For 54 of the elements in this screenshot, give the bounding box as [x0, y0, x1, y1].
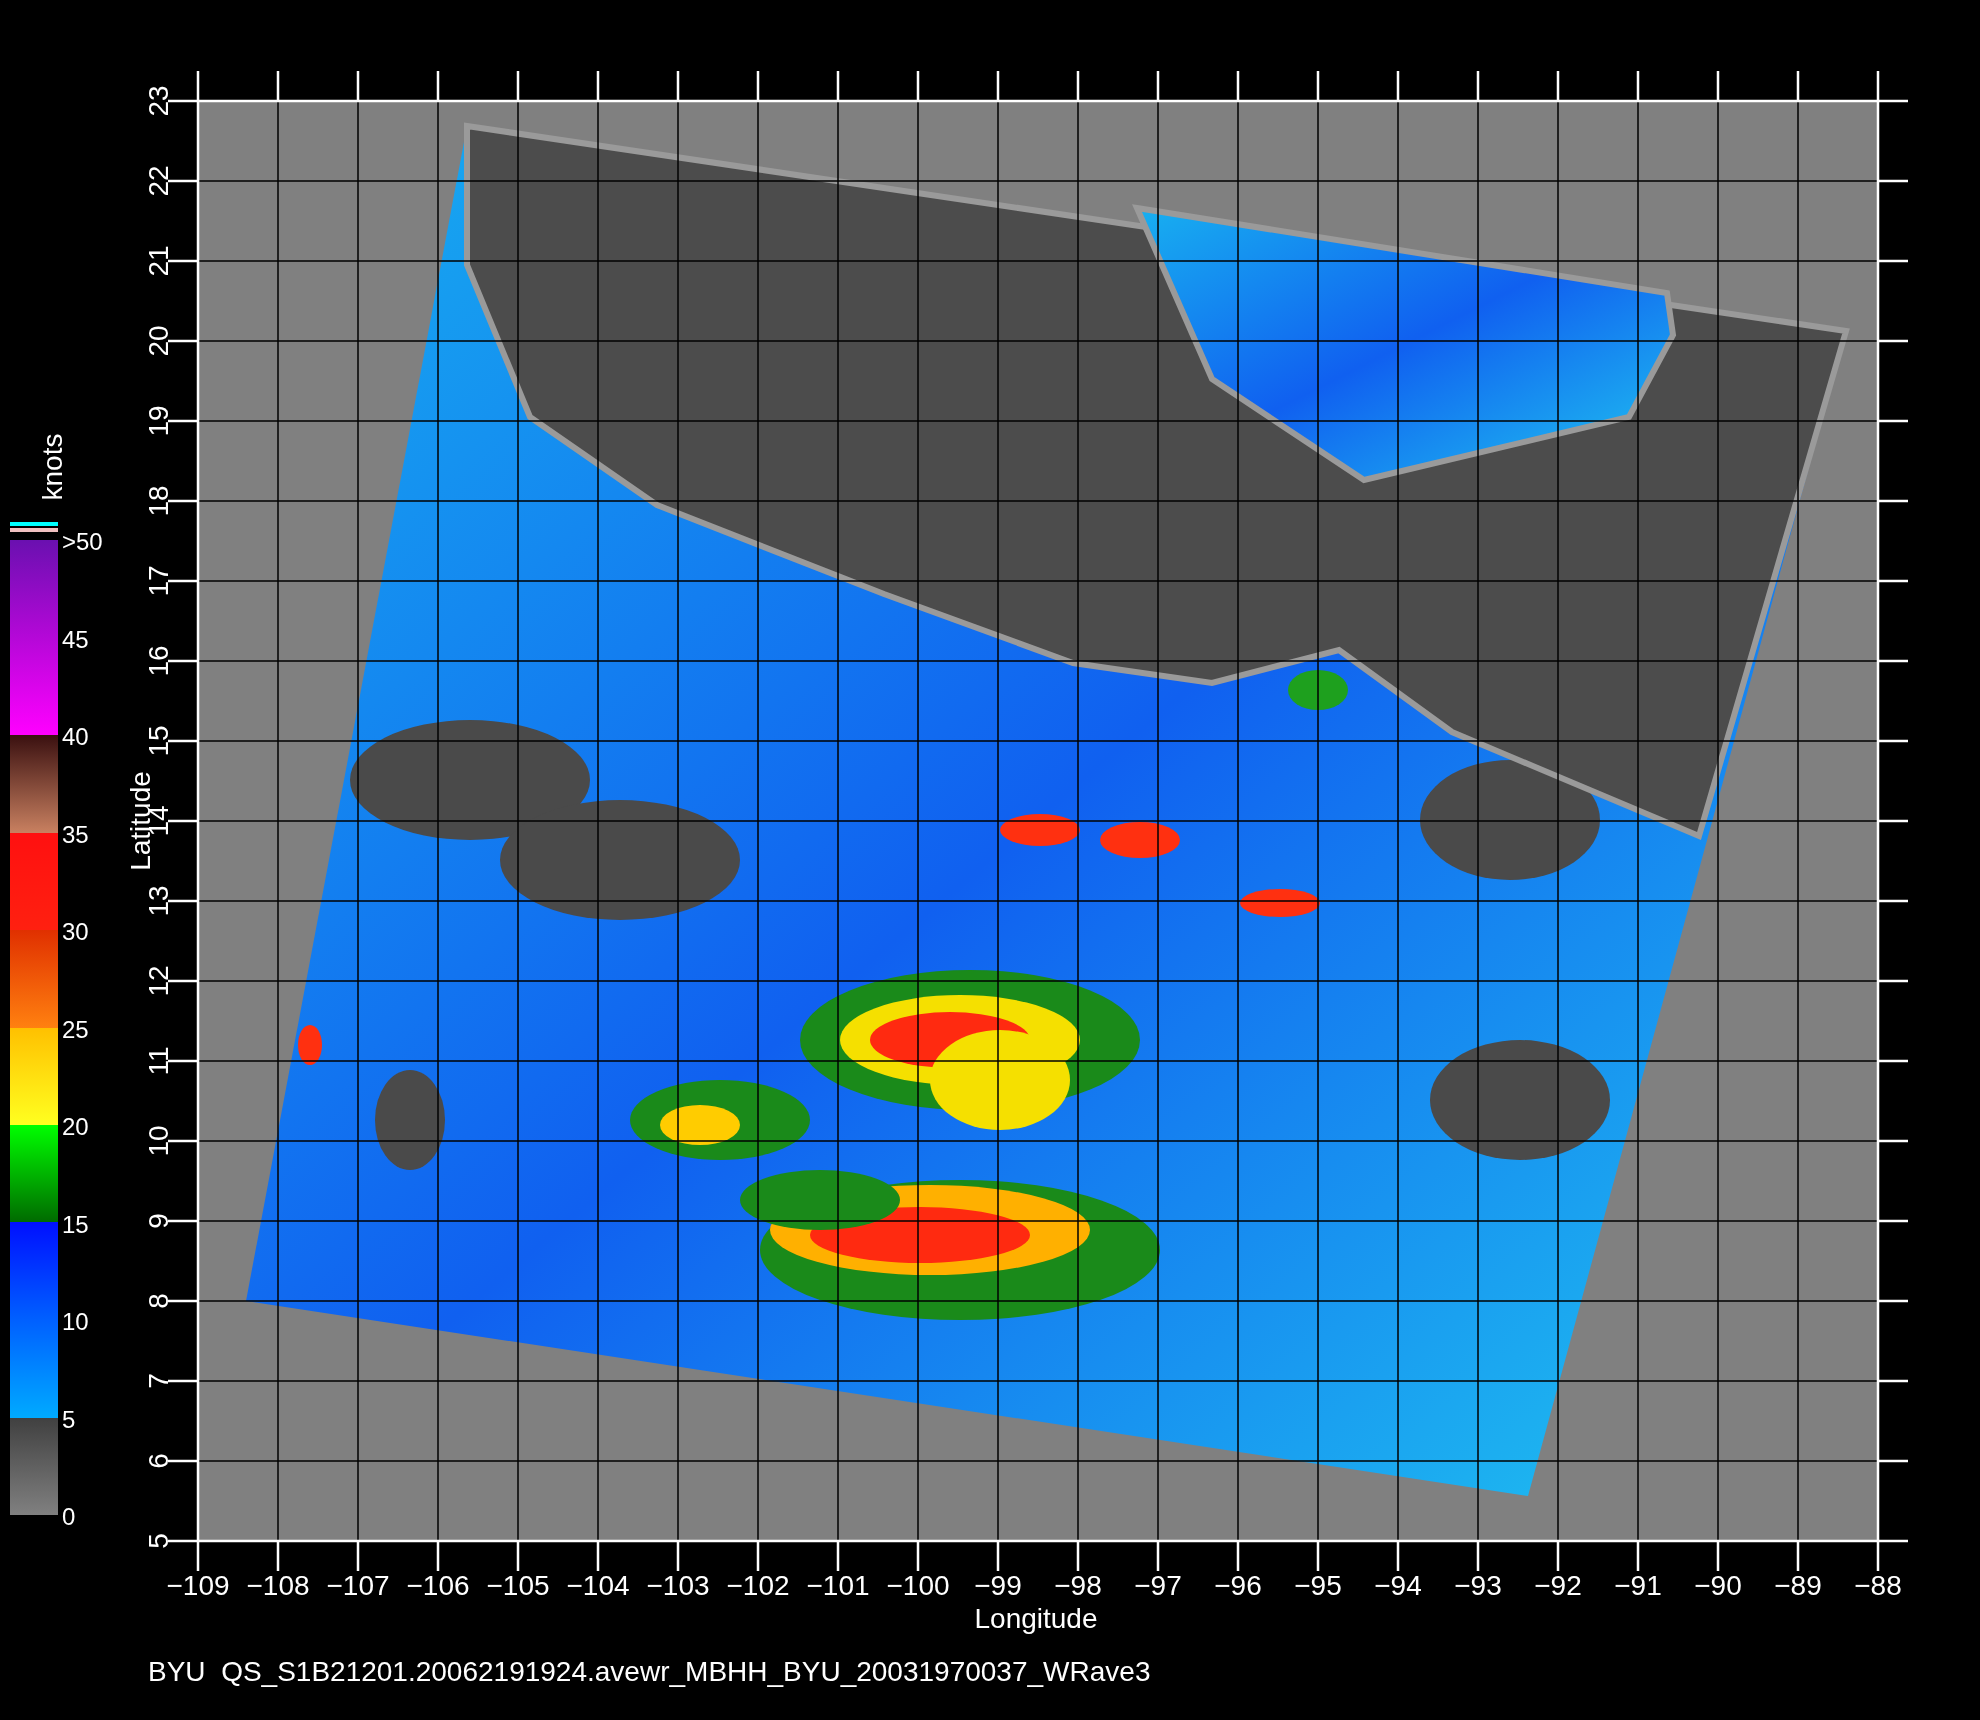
y-tick-label: 12 — [143, 965, 174, 997]
y-tick-label: 7 — [143, 1373, 174, 1389]
colorbar-label: 20 — [62, 1113, 89, 1140]
x-tick-label: −107 — [326, 1570, 390, 1601]
y-tick-label: 10 — [143, 1125, 174, 1157]
y-tick-label: 8 — [143, 1293, 174, 1309]
x-tick-label: −98 — [1054, 1570, 1102, 1601]
x-tick-label: −108 — [246, 1570, 310, 1601]
x-tick-label: −96 — [1214, 1570, 1262, 1601]
x-tick-label: −94 — [1374, 1570, 1422, 1601]
colorbar-label: 10 — [62, 1308, 89, 1335]
y-tick-label: 21 — [143, 245, 174, 277]
x-tick-label: −103 — [646, 1570, 710, 1601]
x-tick-label: −106 — [406, 1570, 470, 1601]
y-tick-label: 19 — [143, 405, 174, 437]
y-tick-label: 20 — [143, 325, 174, 357]
y-tick-label: 5 — [143, 1533, 174, 1549]
colorbar-label: 0 — [62, 1503, 76, 1530]
y-tick-label: 16 — [143, 645, 174, 677]
x-tick-label: −105 — [486, 1570, 550, 1601]
y-tick-label: 13 — [143, 885, 174, 917]
colorbar-label: 25 — [62, 1015, 89, 1043]
x-tick-label: −91 — [1614, 1570, 1662, 1601]
colorbar-label: >50 — [62, 528, 103, 555]
colorbar-label: 40 — [62, 723, 89, 750]
x-tick-label: −99 — [974, 1570, 1022, 1601]
y-tick-label: 17 — [143, 565, 174, 597]
y-tick-label: 9 — [143, 1213, 174, 1229]
colorbar-label: 15 — [62, 1210, 89, 1238]
colorbar-unit: knots — [37, 433, 68, 501]
colorbar-label: 35 — [62, 820, 89, 848]
y-tick-label: 15 — [143, 725, 174, 757]
x-tick-label: −102 — [726, 1570, 790, 1601]
y-tick-label: 23 — [143, 85, 174, 117]
colorbar-label: 45 — [62, 625, 89, 653]
colorbar-label: 5 — [62, 1405, 76, 1433]
x-tick-label: −100 — [886, 1570, 950, 1601]
x-tick-label: −92 — [1534, 1570, 1582, 1601]
x-tick-label: −101 — [806, 1570, 870, 1601]
x-tick-label: −89 — [1774, 1570, 1822, 1601]
colorbar-label: 30 — [62, 918, 89, 945]
y-tick-label: 22 — [143, 165, 174, 197]
x-tick-label: −93 — [1454, 1570, 1502, 1601]
image-caption: BYU QS_S1B21201.20062191924.avewr_MBHH_BYU_20031970037_WRave3 — [147, 1655, 1151, 1688]
y-tick-label: 18 — [143, 485, 174, 517]
x-tick-label: −109 — [166, 1570, 230, 1601]
x-tick-label: −104 — [566, 1570, 630, 1601]
x-tick-label: −90 — [1694, 1570, 1742, 1601]
y-tick-label: 6 — [143, 1453, 174, 1469]
x-tick-label: −95 — [1294, 1570, 1342, 1601]
x-tick-label: −88 — [1854, 1570, 1902, 1601]
x-tick-label: −97 — [1134, 1570, 1182, 1601]
y-tick-label: 11 — [143, 1046, 174, 1076]
x-axis-title: Longitude — [974, 1603, 1098, 1634]
